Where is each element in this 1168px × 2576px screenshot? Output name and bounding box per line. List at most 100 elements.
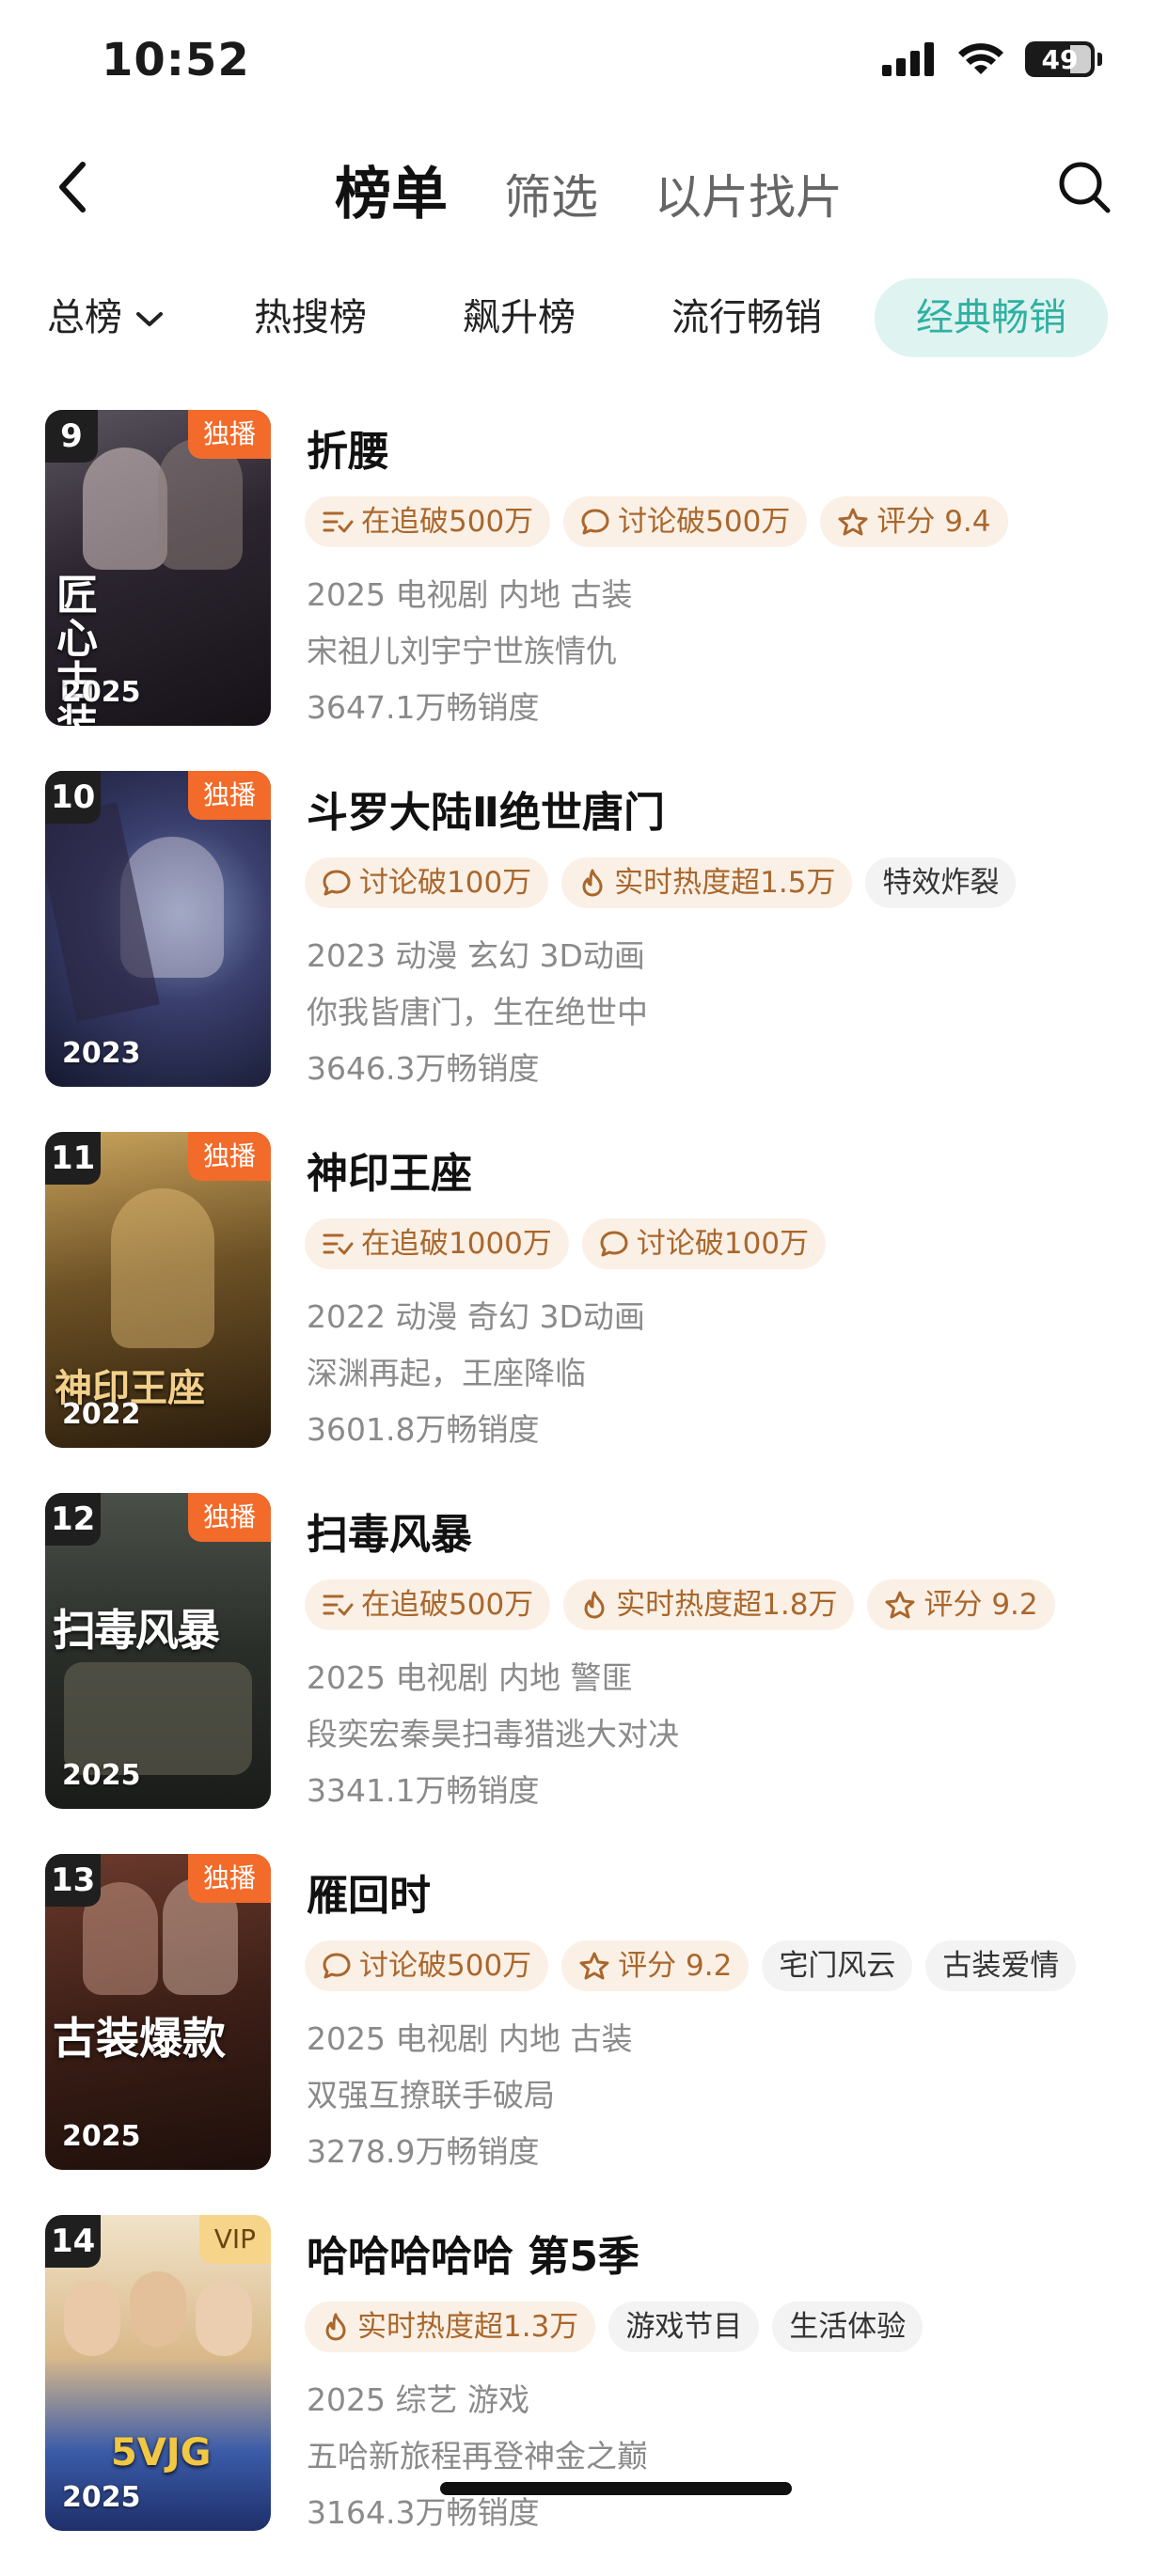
poster-title-art: 5VJG	[111, 2431, 212, 2474]
list-item[interactable]: 匠心 古装 9 独播 2025 折腰 在追破500万 讨论破500万 评分 9.…	[0, 410, 1168, 771]
poster-image[interactable]: 神印王座 11 独播 2022	[45, 1132, 271, 1448]
star-icon	[579, 1952, 609, 1980]
wifi-icon	[958, 43, 1003, 74]
item-title[interactable]: 斗罗大陆Ⅱ绝世唐门	[307, 778, 665, 839]
poster-title-art: 扫毒风暴	[53, 1605, 220, 1656]
rank-number: 14	[45, 2215, 102, 2268]
home-indicator[interactable]	[440, 2482, 792, 2495]
tag-rating: 评分 9.4	[820, 496, 1008, 547]
tag-row: 在追破500万 讨论破500万 评分 9.4	[305, 496, 1008, 547]
tag-row: 在追破500万 实时热度超1.8万 评分 9.2	[305, 1579, 1055, 1630]
item-title[interactable]: 折腰	[307, 417, 389, 478]
tag-discussion: 讨论破500万	[305, 1940, 549, 1991]
tab-ranking[interactable]: 榜单	[335, 149, 448, 230]
item-sales: 3278.9万畅销度	[307, 2133, 540, 2170]
chevron-down-icon	[136, 312, 163, 326]
top-nav: 榜单 筛选 以片找片	[0, 141, 1168, 235]
item-sales: 3646.3万畅销度	[307, 1050, 540, 1087]
tag-heat: 实时热度超1.8万	[563, 1579, 855, 1630]
category-tab-popular-sales[interactable]: 流行畅销	[671, 278, 822, 357]
rank-number: 13	[45, 1854, 102, 1907]
tag-following: 在追破1000万	[305, 1218, 569, 1269]
nav-tabs: 榜单 筛选 以片找片	[335, 149, 899, 230]
exclusive-badge: 独播	[187, 410, 271, 459]
list-item[interactable]: 扫毒风暴 12 独播 2025 扫毒风暴 在追破500万 实时热度超1.8万 评…	[0, 1493, 1168, 1854]
battery-level: 49	[1041, 43, 1079, 75]
follow-icon	[323, 1233, 354, 1255]
list-item[interactable]: 5VJG 14 VIP 2025 哈哈哈哈哈 第5季 实时热度超1.3万 游戏节…	[0, 2215, 1168, 2576]
item-title[interactable]: 扫毒风暴	[307, 1500, 472, 1561]
poster-image[interactable]: 古装爆款 13 独播 2025	[45, 1854, 271, 2170]
tag-rating: 评分 9.2	[867, 1579, 1055, 1630]
flame-icon	[325, 2313, 346, 2341]
item-meta: 2025 综艺 游戏	[307, 2381, 529, 2418]
poster-year: 2025	[62, 676, 141, 709]
search-button[interactable]	[1051, 154, 1117, 220]
tag-discussion: 讨论破100万	[581, 1218, 827, 1269]
item-title[interactable]: 哈哈哈哈哈 第5季	[307, 2223, 639, 2283]
item-sales: 3601.8万畅销度	[307, 1411, 540, 1448]
item-meta: 2022 动漫 奇幻 3D动画	[307, 1298, 645, 1335]
item-sales: 3647.1万畅销度	[307, 689, 540, 726]
tag-row: 在追破1000万 讨论破100万	[305, 1218, 827, 1269]
poster-year: 2022	[62, 1398, 141, 1431]
category-tab-overall[interactable]: 总榜	[47, 278, 164, 357]
tag-following: 在追破500万	[305, 1579, 551, 1630]
item-sales: 3341.1万畅销度	[307, 1772, 540, 1809]
follow-icon	[323, 1594, 354, 1616]
item-description: 双强互撩联手破局	[307, 2077, 555, 2113]
item-title[interactable]: 神印王座	[307, 1139, 472, 1200]
status-icons: 49	[882, 41, 1102, 77]
tab-find-by-film[interactable]: 以片找片	[655, 160, 843, 228]
poster-image[interactable]: 10 独播 2023	[45, 771, 271, 1087]
poster-image[interactable]: 5VJG 14 VIP 2025	[45, 2215, 271, 2531]
rank-number: 12	[45, 1493, 102, 1546]
tag-row: 讨论破100万 实时热度超1.5万 特效炸裂	[305, 857, 1017, 908]
rank-number: 11	[45, 1132, 102, 1185]
tag-genre: 特效炸裂	[865, 857, 1017, 908]
tag-discussion: 讨论破100万	[305, 857, 549, 908]
rank-number: 10	[45, 771, 102, 824]
list-item[interactable]: 神印王座 11 独播 2022 神印王座 在追破1000万 讨论破100万 20…	[0, 1132, 1168, 1493]
tag-genre: 生活体验	[772, 2301, 923, 2352]
list-item[interactable]: 10 独播 2023 斗罗大陆Ⅱ绝世唐门 讨论破100万 实时热度超1.5万 特…	[0, 771, 1168, 1132]
item-description: 宋祖儿刘宇宁世族情仇	[307, 633, 617, 669]
tab-filter[interactable]: 筛选	[504, 160, 598, 228]
poster-image[interactable]: 匠心 古装 9 独播 2025	[45, 410, 271, 726]
tag-genre: 游戏节目	[608, 2301, 760, 2352]
item-meta: 2025 电视剧 内地 古装	[307, 576, 633, 613]
poster-year: 2025	[62, 2481, 141, 2514]
status-bar: 10:52 49	[0, 0, 1168, 122]
cellular-signal-icon	[882, 42, 934, 76]
item-title[interactable]: 雁回时	[307, 1861, 431, 1922]
poster-image[interactable]: 扫毒风暴 12 独播 2025	[45, 1493, 271, 1809]
status-time: 10:52	[102, 34, 250, 86]
flame-icon	[582, 869, 603, 897]
exclusive-badge: 独播	[187, 1493, 271, 1542]
item-description: 段奕宏秦昊扫毒猎逃大对决	[307, 1716, 679, 1752]
category-tab-hot-search[interactable]: 热搜榜	[254, 278, 367, 357]
list-item[interactable]: 古装爆款 13 独播 2025 雁回时 讨论破500万 评分 9.2 宅门风云 …	[0, 1854, 1168, 2215]
back-button[interactable]	[45, 154, 98, 220]
category-tab-classic-sales[interactable]: 经典畅销	[875, 278, 1108, 357]
comment-icon	[581, 509, 609, 535]
item-description: 深渊再起，王座降临	[307, 1355, 586, 1391]
item-description: 五哈新旅程再登神金之巅	[307, 2438, 648, 2474]
category-tab-rising[interactable]: 飙升榜	[463, 278, 576, 357]
chevron-left-icon	[59, 162, 86, 212]
comment-icon	[323, 870, 351, 896]
comment-icon	[600, 1231, 628, 1257]
tag-genre: 古装爱情	[925, 1940, 1077, 1991]
flame-icon	[584, 1591, 605, 1619]
exclusive-badge: 独播	[187, 1132, 271, 1181]
rank-number: 9	[45, 410, 98, 463]
search-icon	[1059, 162, 1111, 213]
item-description: 你我皆唐门，生在绝世中	[307, 994, 648, 1030]
star-icon	[838, 508, 868, 536]
category-tabs: 总榜 热搜榜 飙升榜 流行畅销 经典畅销	[0, 278, 1168, 363]
tag-genre: 宅门风云	[762, 1940, 913, 1991]
tag-rating: 评分 9.2	[561, 1940, 750, 1991]
exclusive-badge: 独播	[187, 1854, 271, 1903]
vip-badge: VIP	[198, 2215, 271, 2264]
tag-row: 实时热度超1.3万 游戏节目 生活体验	[305, 2301, 923, 2352]
